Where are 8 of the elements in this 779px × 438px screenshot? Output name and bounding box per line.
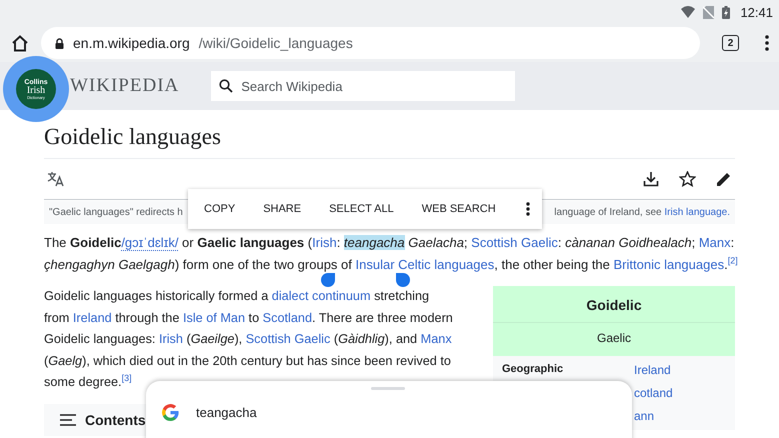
hatnote-text: "Gaelic languages" redirects h bbox=[49, 207, 183, 218]
infobox-subtitle: Gaelic bbox=[493, 322, 735, 356]
infobox-title: Goidelic bbox=[493, 286, 735, 322]
infobox-label: Geographic bbox=[502, 363, 564, 377]
status-time: 12:41 bbox=[740, 4, 773, 20]
paragraph: The Goidelic/ɡɔɪˈdɛlɪk/ or Gaelic languages (Irish: teangacha Gaelacha; Scottish Gaelic: cànanan Goidhealach; Manx: çhengaghyn Gaelgagh) form one of the two groups of Insular Celtic languages, the other being the Brittonic languages.$^{[2]}$ bbox=[44, 234, 735, 274]
hatnote-text: language of Ireland, see Irish language. bbox=[554, 207, 730, 218]
article-title: Goidelic languages bbox=[44, 124, 735, 159]
